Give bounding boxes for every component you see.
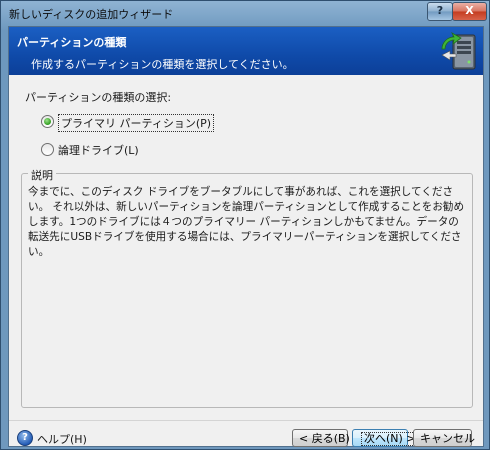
wizard-header: パーティションの種類 作成するパーティションの種類を選択してください。 [9,27,483,75]
wizard-window: 新しいディスクの追加ウィザード ? X パーティションの種類 作成するパーティシ… [0,0,490,450]
description-group: 説明 今までに、このディスク ドライブをブータブルにして事があれば、これを選択し… [21,167,473,408]
primary-partition-label[interactable]: プライマリ パーティション(P) [58,114,215,132]
primary-partition-radio[interactable] [41,115,54,128]
logical-drive-radio[interactable] [41,143,54,156]
radio-selected-dot [44,118,51,125]
back-button[interactable]: < 戻る(B) [292,429,350,447]
next-button-label: 次へ(N) > [361,432,419,446]
logical-drive-label[interactable]: 論理ドライブ(L) [58,142,139,158]
footer-divider [9,420,483,421]
next-button[interactable]: 次へ(N) > [352,429,419,447]
title-help-button[interactable]: ? [427,2,453,21]
help-label[interactable]: ヘルプ(H) [37,431,87,447]
page-subtitle: 作成するパーティションの種類を選択してください。 [31,58,294,71]
cancel-button[interactable]: キャンセル [413,429,475,447]
wizard-client-area: パーティションの種類 作成するパーティションの種類を選択してください。 パーティ… [8,26,484,447]
disk-wizard-icon [441,32,476,70]
description-group-title: 説明 [28,167,56,183]
window-title: 新しいディスクの追加ウィザード [9,8,174,21]
page-title: パーティションの種類 [17,36,127,49]
help-icon[interactable]: ? [17,430,33,446]
description-text: 今までに、このディスク ドライブをブータブルにして事があれば、これを選択してくだ… [28,186,465,258]
partition-type-prompt: パーティションの種類の選択: [25,91,172,104]
close-button[interactable]: X [452,2,487,21]
title-bar[interactable]: 新しいディスクの追加ウィザード ? X [1,1,489,25]
